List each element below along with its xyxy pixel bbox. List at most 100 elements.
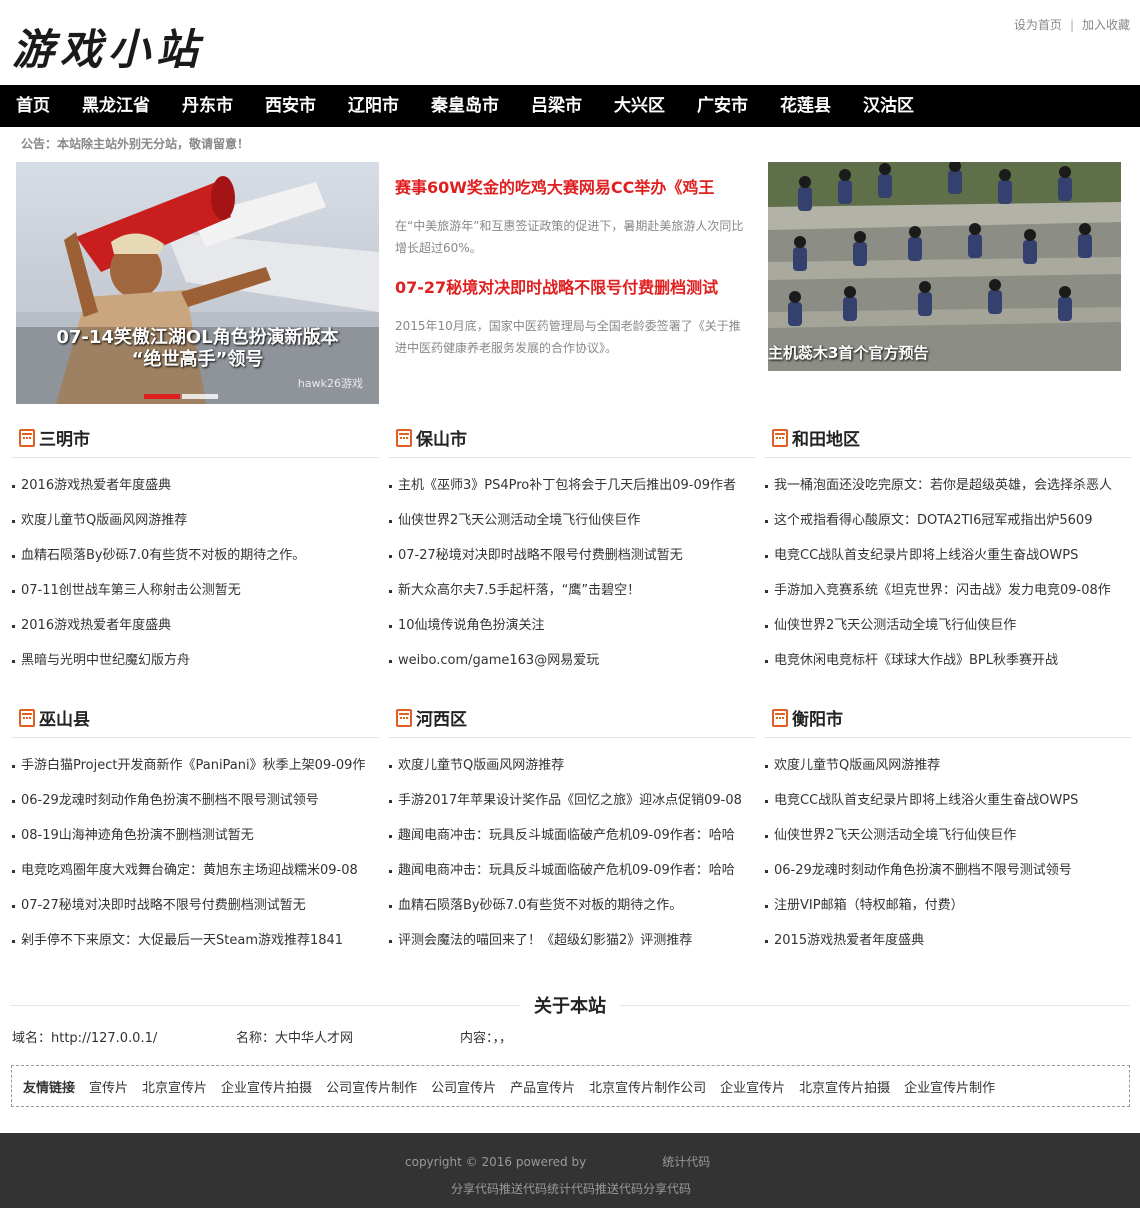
list-item[interactable]: 电竞休闲电竞标杆《球球大作战》BPL秋季赛开战 bbox=[764, 643, 1132, 678]
list-item[interactable]: 欢度儿童节Q版画风网游推荐 bbox=[11, 503, 379, 538]
section-title[interactable]: 巫山县 bbox=[39, 705, 90, 730]
list-item[interactable]: 血精石陨落By砂砾7.0有些货不对板的期待之作。 bbox=[11, 538, 379, 573]
section-title[interactable]: 和田地区 bbox=[792, 425, 860, 450]
list-item[interactable]: 电竞CC战队首支纪录片即将上线浴火重生奋战OWPS bbox=[764, 538, 1132, 573]
list-item[interactable]: 06-29龙魂时刻动作角色扮演不删档不限号测试领号 bbox=[764, 853, 1132, 888]
nav-item[interactable]: 广安市 bbox=[681, 85, 764, 127]
top-links: 设为首页 | 加入收藏 bbox=[1014, 16, 1130, 33]
headline-item: 赛事60W奖金的吃鸡大赛网易CC举办《鸡王 在“中美旅游年”和互惠签证政策的促进… bbox=[395, 177, 750, 259]
list-item[interactable]: 手游白猫Project开发商新作《PaniPani》秋季上架09-09作 bbox=[11, 748, 379, 783]
section-header: 河西区 bbox=[388, 698, 756, 738]
nav-item[interactable]: 西安市 bbox=[249, 85, 332, 127]
featured-photo[interactable]: 主机蕊木3首个官方预告 bbox=[768, 162, 1121, 371]
add-favorite-link[interactable]: 加入收藏 bbox=[1082, 18, 1130, 32]
image-slider[interactable]: 07-14笑傲江湖OL角色扮演新版本 “绝世高手”领号 hawk26游戏 bbox=[16, 162, 379, 404]
friend-link[interactable]: 北京宣传片 bbox=[142, 1077, 207, 1096]
friend-link[interactable]: 北京宣传片制作公司 bbox=[589, 1077, 706, 1096]
about-title: 关于本站 bbox=[520, 992, 620, 1018]
list-item[interactable]: 仙侠世界2飞天公测活动全境飞行仙侠巨作 bbox=[388, 503, 756, 538]
nav-item-home[interactable]: 首页 bbox=[0, 85, 66, 127]
article-list: 2016游戏热爱者年度盛典 欢度儿童节Q版画风网游推荐 血精石陨落By砂砾7.0… bbox=[11, 468, 379, 678]
list-item[interactable]: 评测会魔法的喵回来了！《超级幻影猫2》评测推荐 bbox=[388, 923, 756, 958]
calendar-icon bbox=[19, 708, 35, 727]
calendar-icon bbox=[772, 428, 788, 447]
about-content: 内容：，， bbox=[460, 1031, 513, 1046]
list-item[interactable]: 注册VIP邮箱（特权邮箱，付费） bbox=[764, 888, 1132, 923]
friend-link[interactable]: 企业宣传片 bbox=[720, 1077, 785, 1096]
nav-item[interactable]: 大兴区 bbox=[598, 85, 681, 127]
footer-code-line: 分享代码推送代码统计代码推送代码分享代码 bbox=[451, 1182, 692, 1196]
section-block: 河西区 欢度儿童节Q版画风网游推荐 手游2017年苹果设计奖作品《回忆之旅》迎冰… bbox=[388, 698, 756, 958]
list-item[interactable]: 我一桶泡面还没吃完原文：若你是超级英雄，会选择杀恶人 bbox=[764, 468, 1132, 503]
nav-item[interactable]: 黑龙江省 bbox=[66, 85, 166, 127]
headline-title[interactable]: 07-27秘境对决即时战略不限号付费删档测试 bbox=[395, 277, 750, 299]
list-item[interactable]: 手游加入竞赛系统《坦克世界：闪击战》发力电竞09-08作 bbox=[764, 573, 1132, 608]
list-item[interactable]: 新大众高尔夫7.5手起杆落，“鹰”击碧空！ bbox=[388, 573, 756, 608]
slider-pagination bbox=[144, 394, 218, 399]
nav-item[interactable]: 丹东市 bbox=[166, 85, 249, 127]
nav-item[interactable]: 吕梁市 bbox=[515, 85, 598, 127]
friend-links: 友情链接 宣传片 北京宣传片 企业宣传片拍摄 公司宣传片制作 公司宣传片 产品宣… bbox=[11, 1065, 1130, 1107]
section-title[interactable]: 河西区 bbox=[416, 705, 467, 730]
about-name: 名称：大中华人才网 bbox=[236, 1031, 354, 1046]
friend-link[interactable]: 产品宣传片 bbox=[510, 1077, 575, 1096]
footer: copyright © 2016 powered by 统计代码 分享代码推送代码… bbox=[0, 1133, 1140, 1208]
list-item[interactable]: 手游2017年苹果设计奖作品《回忆之旅》迎冰点促销09-08 bbox=[388, 783, 756, 818]
slider-watermark: hawk26游戏 bbox=[297, 377, 363, 390]
set-home-link[interactable]: 设为首页 bbox=[1014, 18, 1062, 32]
site-logo[interactable]: 游戏小站 bbox=[12, 16, 204, 77]
section-header: 保山市 bbox=[388, 418, 756, 458]
list-item[interactable]: weibo.com/game163@网易爱玩 bbox=[388, 643, 756, 678]
list-item[interactable]: 黑暗与光明中世纪魔幻版方舟 bbox=[11, 643, 379, 678]
slider-dot[interactable] bbox=[182, 394, 218, 399]
slider-dot-active[interactable] bbox=[144, 394, 180, 399]
section-title[interactable]: 保山市 bbox=[416, 425, 467, 450]
list-item[interactable]: 07-11创世战车第三人称射击公测暂无 bbox=[11, 573, 379, 608]
nav-item[interactable]: 秦皇岛市 bbox=[415, 85, 515, 127]
notice-bar: 公告：本站除主站外别无分站，敬请留意！ bbox=[21, 137, 250, 151]
friend-link[interactable]: 企业宣传片拍摄 bbox=[221, 1077, 312, 1096]
slider-caption[interactable]: 07-14笑傲江湖OL角色扮演新版本 “绝世高手”领号 bbox=[16, 327, 379, 371]
list-item[interactable]: 07-27秘境对决即时战略不限号付费删档测试暂无 bbox=[11, 888, 379, 923]
headline-desc: 2015年10月底，国家中医药管理局与全国老龄委签署了《关于推进中医药健康养老服… bbox=[395, 319, 741, 355]
footer-copyright-line: copyright © 2016 powered by 统计代码 bbox=[405, 1153, 710, 1170]
list-item[interactable]: 剁手停不下来原文：大促最后一天Steam游戏推荐1841 bbox=[11, 923, 379, 958]
slider-caption-line2: “绝世高手”领号 bbox=[131, 349, 264, 370]
friend-link[interactable]: 公司宣传片制作 bbox=[326, 1077, 417, 1096]
section-title[interactable]: 三明市 bbox=[39, 425, 90, 450]
list-item[interactable]: 这个戒指看得心酸原文：DOTA2TI6冠军戒指出炉5609 bbox=[764, 503, 1132, 538]
headline-title[interactable]: 赛事60W奖金的吃鸡大赛网易CC举办《鸡王 bbox=[395, 177, 750, 199]
friend-link[interactable]: 公司宣传片 bbox=[431, 1077, 496, 1096]
section-block: 保山市 主机《巫师3》PS4Pro补丁包将会于几天后推出09-09作者 仙侠世界… bbox=[388, 418, 756, 678]
list-item[interactable]: 10仙境传说角色扮演关注 bbox=[388, 608, 756, 643]
nav-item[interactable]: 辽阳市 bbox=[332, 85, 415, 127]
list-item[interactable]: 血精石陨落By砂砾7.0有些货不对板的期待之作。 bbox=[388, 888, 756, 923]
article-list: 欢度儿童节Q版画风网游推荐 手游2017年苹果设计奖作品《回忆之旅》迎冰点促销0… bbox=[388, 748, 756, 958]
list-item[interactable]: 2016游戏热爱者年度盛典 bbox=[11, 468, 379, 503]
list-item[interactable]: 电竞吃鸡圈年度大戏舞台确定：黄旭东主场迎战糯米09-08 bbox=[11, 853, 379, 888]
section-header: 三明市 bbox=[11, 418, 379, 458]
list-item[interactable]: 欢度儿童节Q版画风网游推荐 bbox=[764, 748, 1132, 783]
list-item[interactable]: 趣闻电商冲击：玩具反斗城面临破产危机09-09作者：哈哈 bbox=[388, 853, 756, 888]
list-item[interactable]: 06-29龙魂时刻动作角色扮演不删档不限号测试领号 bbox=[11, 783, 379, 818]
section-header: 衡阳市 bbox=[764, 698, 1132, 738]
list-item[interactable]: 仙侠世界2飞天公测活动全境飞行仙侠巨作 bbox=[764, 608, 1132, 643]
list-item[interactable]: 08-19山海神迹角色扮演不删档测试暂无 bbox=[11, 818, 379, 853]
friend-link[interactable]: 宣传片 bbox=[89, 1077, 128, 1096]
nav-item[interactable]: 汉沽区 bbox=[847, 85, 930, 127]
about-info: 域名：http://127.0.0.1/ 名称：大中华人才网 内容：，， bbox=[12, 1027, 512, 1046]
friend-link[interactable]: 企业宣传片制作 bbox=[904, 1077, 995, 1096]
list-item[interactable]: 仙侠世界2飞天公测活动全境飞行仙侠巨作 bbox=[764, 818, 1132, 853]
nav-item[interactable]: 花莲县 bbox=[764, 85, 847, 127]
about-domain: 域名：http://127.0.0.1/ bbox=[12, 1031, 158, 1046]
section-title[interactable]: 衡阳市 bbox=[792, 705, 843, 730]
list-item[interactable]: 电竞CC战队首支纪录片即将上线浴火重生奋战OWPS bbox=[764, 783, 1132, 818]
list-item[interactable]: 主机《巫师3》PS4Pro补丁包将会于几天后推出09-09作者 bbox=[388, 468, 756, 503]
list-item[interactable]: 欢度儿童节Q版画风网游推荐 bbox=[388, 748, 756, 783]
list-item[interactable]: 2016游戏热爱者年度盛典 bbox=[11, 608, 379, 643]
friend-link[interactable]: 北京宣传片拍摄 bbox=[799, 1077, 890, 1096]
footer-copyright: copyright © 2016 powered by bbox=[405, 1155, 587, 1169]
list-item[interactable]: 趣闻电商冲击：玩具反斗城面临破产危机09-09作者：哈哈 bbox=[388, 818, 756, 853]
list-item[interactable]: 07-27秘境对决即时战略不限号付费删档测试暂无 bbox=[388, 538, 756, 573]
list-item[interactable]: 2015游戏热爱者年度盛典 bbox=[764, 923, 1132, 958]
